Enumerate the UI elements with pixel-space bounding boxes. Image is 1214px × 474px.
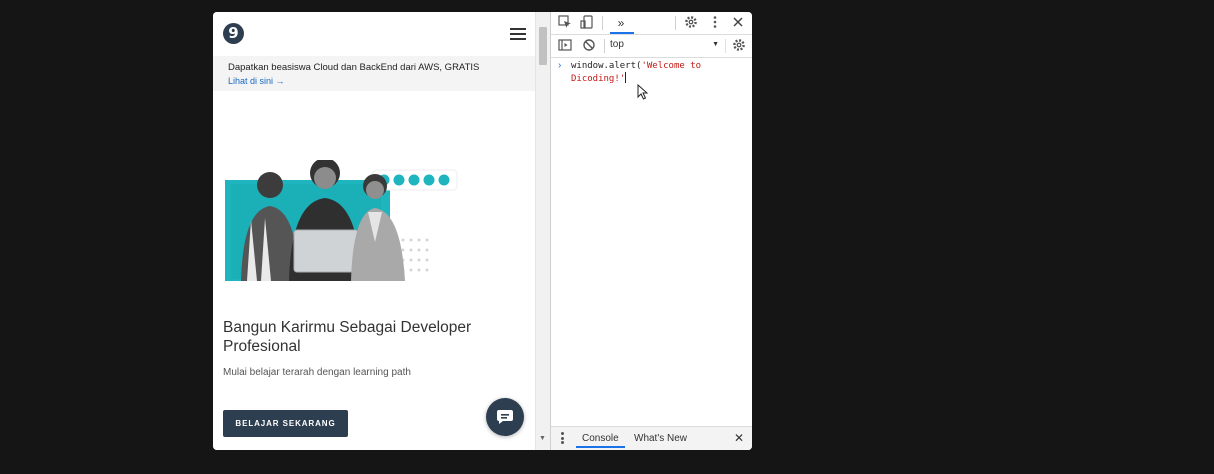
devtools-panel: » top ▼ › window.alert('Welcome to Dicod… [550, 12, 752, 450]
page-scrollbar[interactable]: ▼ [535, 12, 550, 450]
code-prefix: window.alert( [571, 61, 642, 71]
chevron-down-icon: ▼ [712, 41, 719, 48]
more-tabs-button[interactable]: » [613, 15, 629, 31]
chat-button[interactable] [486, 398, 524, 436]
inspect-element-icon[interactable] [557, 15, 573, 31]
context-selector[interactable]: top ▼ [610, 39, 726, 53]
mouse-pointer-icon [637, 83, 649, 105]
text-caret [625, 72, 627, 83]
promo-banner: Dapatkan beasiswa Cloud dan BackEnd dari… [213, 56, 535, 91]
device-toggle-icon[interactable] [579, 15, 595, 31]
hero-subtext: Mulai belajar terarah dengan learning pa… [223, 367, 411, 378]
chat-icon [497, 410, 513, 424]
clear-console-icon[interactable] [581, 38, 597, 54]
kebab-menu-icon[interactable] [707, 15, 723, 31]
hero-headline: Bangun Karirmu Sebagai Developer Profesi… [223, 319, 472, 355]
prompt-chevron-icon: › [558, 60, 562, 71]
console-settings-gear-icon[interactable] [731, 38, 747, 54]
sidebar-toggle-icon[interactable] [557, 38, 573, 54]
drawer-kebab-icon[interactable] [561, 432, 564, 446]
scroll-down-arrow-icon[interactable]: ▼ [539, 435, 546, 442]
devtools-toolbar: » [551, 12, 752, 35]
logo-icon[interactable]: 9 [223, 23, 244, 44]
console-input[interactable]: window.alert('Welcome to Dicoding!' [571, 60, 751, 85]
drawer-close-icon[interactable]: ✕ [734, 431, 744, 445]
banner-link[interactable]: Lihat di sini → [228, 76, 285, 86]
close-icon[interactable] [730, 15, 746, 31]
hamburger-icon[interactable] [510, 28, 526, 40]
hero-illustration [225, 160, 461, 286]
console-output[interactable]: › window.alert('Welcome to Dicoding!' [551, 58, 752, 424]
browser-window: 9 Dapatkan beasiswa Cloud dan BackEnd da… [213, 12, 752, 450]
drawer-tab-whats-new[interactable]: What's New [634, 433, 687, 444]
drawer-tab-console[interactable]: Console [576, 433, 625, 448]
context-value: top [610, 39, 624, 50]
scrollbar-thumb[interactable] [539, 27, 547, 65]
console-drawer: Console What's New ✕ [551, 426, 752, 450]
settings-gear-icon[interactable] [683, 15, 699, 31]
start-learning-button[interactable]: BELAJAR SEKARANG [223, 410, 348, 437]
site-header: 9 [213, 12, 535, 56]
banner-text: Dapatkan beasiswa Cloud dan BackEnd dari… [228, 62, 480, 73]
console-toolbar: top ▼ [551, 35, 752, 58]
webpage-viewport: 9 Dapatkan beasiswa Cloud dan BackEnd da… [213, 12, 535, 450]
active-tab-indicator [610, 32, 634, 34]
